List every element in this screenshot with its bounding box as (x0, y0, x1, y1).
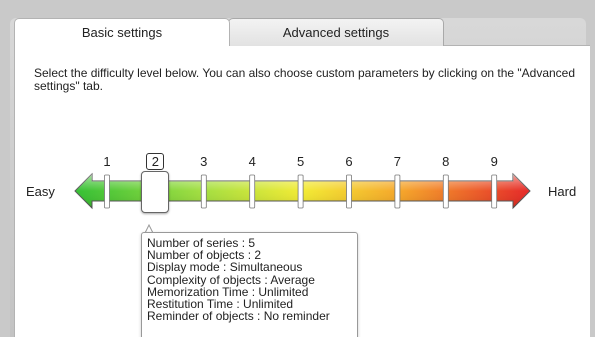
level-3-label[interactable]: 3 (195, 154, 213, 169)
level-8-label[interactable]: 8 (437, 154, 455, 169)
tooltip-reminder: Reminder of objects : No reminder (147, 309, 330, 324)
level-5-label[interactable]: 5 (292, 154, 310, 169)
level-4-label[interactable]: 4 (243, 154, 261, 169)
level-4-tick[interactable] (249, 174, 256, 209)
difficulty-slider-thumb[interactable] (141, 171, 169, 213)
level-2-label[interactable]: 2 (146, 153, 165, 170)
level-3-tick[interactable] (200, 174, 207, 209)
tooltip-display-mode: Display mode : Simultaneous (147, 260, 303, 275)
tab-advanced-settings[interactable]: Advanced settings (228, 18, 444, 46)
level-7-label[interactable]: 7 (388, 154, 406, 169)
level-5-tick[interactable] (297, 174, 304, 209)
level-details-tooltip: Number of series : 5 Number of objects :… (141, 232, 358, 337)
tooltip-complexity: Complexity of objects : Average (147, 272, 315, 287)
level-9-tick[interactable] (491, 174, 498, 209)
level-1-tick[interactable] (104, 174, 110, 209)
level-9-label[interactable]: 9 (485, 154, 503, 169)
level-1-label[interactable]: 1 (98, 154, 116, 169)
level-6-tick[interactable] (346, 174, 352, 209)
level-6-label[interactable]: 6 (340, 154, 358, 169)
level-8-tick[interactable] (442, 174, 449, 209)
tab-basic-settings[interactable]: Basic settings (14, 18, 230, 46)
level-7-tick[interactable] (394, 174, 401, 209)
